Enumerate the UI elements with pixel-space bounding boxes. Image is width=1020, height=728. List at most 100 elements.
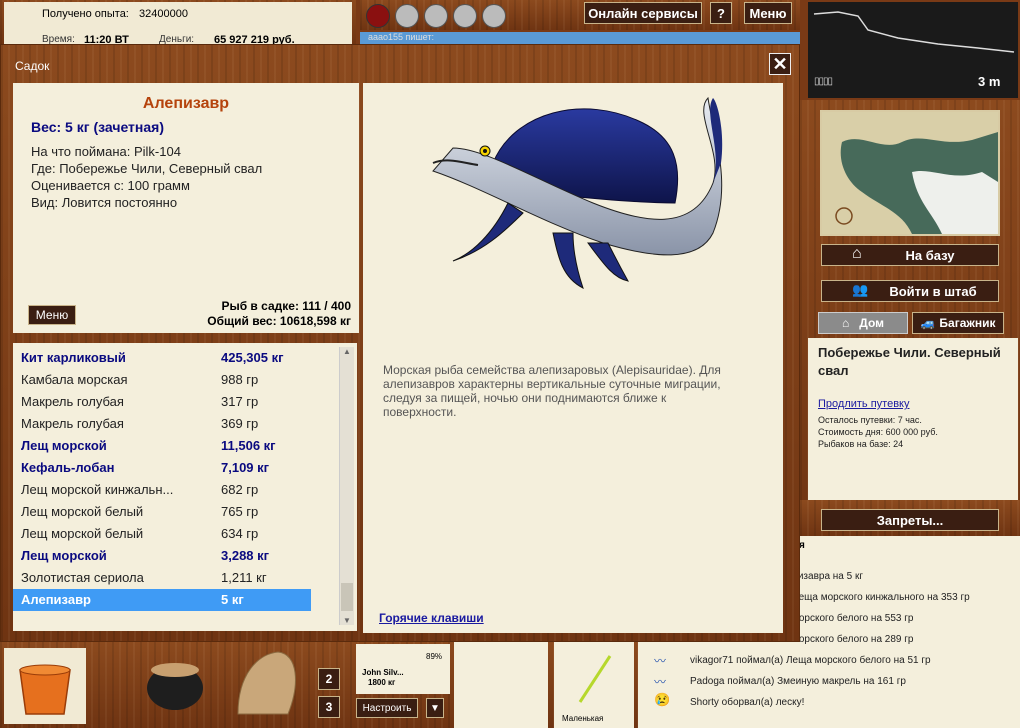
fish-row-weight: 1,211 кг: [221, 570, 267, 585]
cauldron-icon[interactable]: [140, 644, 210, 718]
fish-description: Морская рыба семейства алепизаровых (Ale…: [383, 363, 721, 419]
fish-list-row[interactable]: Лещ морской 11,506 кг: [13, 435, 333, 457]
enter-hq-button[interactable]: 👥 Войти в штаб: [821, 280, 999, 302]
lure-icon[interactable]: [395, 4, 419, 28]
total-weight: Общий вес: 10618,598 кг: [207, 314, 351, 328]
tab-home-label: Дом: [859, 316, 884, 330]
dialog-title: Садок: [15, 59, 50, 73]
fish-row-weight: 7,109 кг: [221, 460, 270, 475]
fish-row-weight: 369 гр: [221, 416, 259, 431]
bottom-rod-panel: John Silv... 1800 кг 89% Настроить ▼ Мал…: [350, 642, 640, 728]
chat-line: Padoga поймал(а) Змеиную макрель на 161 …: [690, 676, 906, 687]
empty-slot[interactable]: [454, 642, 548, 728]
fish-row-weight: 317 гр: [221, 394, 259, 409]
car-icon: 🚙: [920, 316, 936, 330]
fish-list-row[interactable]: Кит карликовый 425,305 кг: [13, 347, 333, 369]
dropdown-icon[interactable]: ▼: [426, 698, 444, 718]
lure-slot[interactable]: Маленькая: [554, 642, 634, 728]
fish-list-row[interactable]: Кефаль-лобан 7,109 кг: [13, 457, 333, 479]
keepnet-menu-button[interactable]: Меню: [28, 305, 76, 325]
fish-list-row[interactable]: Лещ морской белый 634 гр: [13, 523, 333, 545]
fish-row-weight: 11,506 кг: [221, 438, 276, 453]
bait-slots: [366, 4, 516, 28]
menu-button[interactable]: Меню: [744, 2, 792, 24]
bucket-icon: [19, 664, 71, 715]
online-services-button[interactable]: Онлайн сервисы: [584, 2, 702, 24]
fish-info-panel: Алепизавр Вес: 5 кг (зачетная) На что по…: [13, 83, 359, 333]
to-base-button[interactable]: ⌂ На базу: [821, 244, 999, 266]
fish-icon: 〰: [654, 675, 667, 689]
house-icon: ⌂: [852, 245, 862, 262]
bait-icon[interactable]: [366, 4, 390, 28]
keepnet-icon[interactable]: [228, 644, 304, 720]
fish-illustration: [432, 96, 723, 289]
fish-row-weight: 3,288 кг: [221, 548, 270, 563]
fish-row-weight: 765 гр: [221, 504, 259, 519]
fish-name: Алепизавр: [142, 95, 230, 112]
exp-label: Получено опыта:: [42, 8, 129, 20]
fish-weight: Вес: 5 кг (зачетная): [31, 119, 164, 135]
scroll-down-icon[interactable]: ▼: [340, 616, 354, 625]
chat-line: Shorty оборвал(а) леску!: [690, 697, 805, 708]
stats-panel: Получено опыта: 32400000 Время: 11:20 ВТ…: [4, 2, 352, 46]
bucket-slot[interactable]: [4, 648, 86, 724]
enter-hq-label: Войти в штаб: [889, 283, 977, 299]
fish-details: На что поймана: Pilk-104 Где: Побережье …: [31, 143, 262, 211]
lure-icon[interactable]: [453, 4, 477, 28]
fish-row-weight: 425,305 кг: [221, 350, 284, 365]
chat-line: морского белого на 289 гр: [792, 634, 914, 645]
chat-line: лизавра на 5 кг: [792, 571, 864, 582]
lure-icon[interactable]: [424, 4, 448, 28]
dialog-titlebar[interactable]: Садок ✕: [1, 45, 801, 81]
bans-button[interactable]: Запреты...: [821, 509, 999, 531]
location-map[interactable]: [820, 110, 1000, 236]
rod-slot[interactable]: John Silv... 1800 кг 89%: [356, 644, 450, 694]
hotkeys-link[interactable]: Горячие клавиши: [379, 611, 484, 625]
fish-row-name: Макрель голубая: [21, 394, 124, 409]
sad-face-icon: 😢: [654, 692, 671, 707]
lure-icon: [578, 655, 612, 703]
scroll-up-icon[interactable]: ▲: [340, 347, 354, 356]
depth-minimap: ▯▯▯▯ 3 m: [806, 0, 1020, 100]
fish-list-row[interactable]: Лещ морской кинжальн... 682 гр: [13, 479, 333, 501]
scroll-thumb[interactable]: [341, 583, 353, 611]
fish-kind: Вид: Ловится постоянно: [31, 195, 178, 210]
tab-trunk-label: Багажник: [939, 316, 996, 330]
slot-2-button[interactable]: 2: [318, 668, 340, 690]
fish-list-row[interactable]: Золотистая сериола 1,211 кг: [13, 567, 333, 589]
fish-list-row[interactable]: Лещ морской белый 765 гр: [13, 501, 333, 523]
fish-list-scrollbar[interactable]: ▲ ▼: [339, 347, 354, 625]
trip-left: Осталось путевки: 7 час.: [818, 415, 922, 425]
fish-row-weight: 5 кг: [221, 592, 244, 607]
fish-row-name: Золотистая сериола: [21, 570, 144, 585]
keepnet-dialog: Садок ✕ Алепизавр Вес: 5 кг (зачетная) Н…: [0, 44, 800, 642]
bottom-left-inventory: 2 3: [0, 642, 360, 728]
location-name: Побережье Чили. Северный свал: [818, 345, 1001, 378]
fish-row-weight: 634 гр: [221, 526, 259, 541]
fish-list-row[interactable]: Лещ морской 3,288 кг: [13, 545, 333, 567]
caught-where: Где: Побережье Чили, Северный свал: [31, 161, 263, 176]
setup-button[interactable]: Настроить: [356, 698, 418, 718]
home-icon: ⌂: [842, 316, 850, 330]
bans-bar: Запреты...: [800, 500, 1020, 536]
people-icon: 👥: [852, 282, 869, 297]
chat-line: морского белого на 553 гр: [792, 613, 914, 624]
lure-icon[interactable]: [482, 4, 506, 28]
help-button[interactable]: ?: [710, 2, 732, 24]
tab-trunk[interactable]: 🚙 Багажник: [912, 312, 1004, 334]
behind-text: ааао155 пишет:: [368, 32, 434, 42]
rod-weight: 1800 кг: [368, 678, 396, 687]
close-button[interactable]: ✕: [769, 53, 791, 75]
tab-home[interactable]: ⌂ Дом: [818, 312, 908, 334]
to-base-label: На базу: [905, 247, 955, 263]
slot-3-button[interactable]: 3: [318, 696, 340, 718]
fish-list-row[interactable]: Макрель голубая 369 гр: [13, 413, 333, 435]
fish-icon: 〰: [654, 654, 667, 668]
rated-from: Оценивается с: 100 грамм: [31, 178, 190, 193]
fish-list-row[interactable]: Камбала морская 988 гр: [13, 369, 333, 391]
extend-trip-link[interactable]: Продлить путевку: [818, 398, 909, 410]
day-cost: Стоимость дня: 600 000 руб.: [818, 427, 938, 437]
fish-list-row[interactable]: Алепизавр 5 кг: [13, 589, 311, 611]
fish-list-row[interactable]: Макрель голубая 317 гр: [13, 391, 333, 413]
chat-lines-lower: vikagor71 поймал(а) Леща морского белого…: [654, 650, 1020, 713]
